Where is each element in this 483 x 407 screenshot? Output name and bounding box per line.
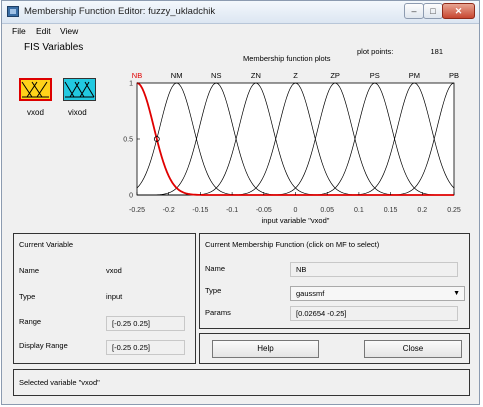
x-tick-label: -0.1 [226, 207, 238, 214]
variable-type-label: Type [19, 292, 36, 301]
x-tick-label: -0.05 [256, 207, 272, 214]
current-mf-panel: Current Membership Function (click on MF… [199, 233, 470, 329]
plot-axes-box [136, 82, 455, 196]
buttons-panel: Help Close [199, 333, 470, 364]
current-variable-panel: Current Variable Name vxod Type input Ra… [13, 233, 196, 364]
status-text: Selected variable "vxod" [19, 378, 100, 387]
y-tick-label: 0.5 [123, 137, 133, 144]
mf-label-nm[interactable]: NM [171, 71, 183, 80]
mf-label-ns[interactable]: NS [211, 71, 221, 80]
mf-label-ps[interactable]: PS [370, 71, 380, 80]
variable-name-value: vxod [106, 266, 122, 275]
close-button[interactable]: Close [364, 340, 462, 358]
mf-type-value: gaussmf [296, 289, 325, 298]
x-tick-label: 0.1 [354, 207, 364, 214]
range-label: Range [19, 317, 42, 326]
display-range-input[interactable]: [-0.25 0.25] [106, 340, 185, 355]
help-button[interactable]: Help [212, 340, 319, 358]
variable-type-value: input [106, 292, 123, 301]
mf-label-pb[interactable]: PB [449, 71, 459, 80]
status-bar: Selected variable "vxod" [13, 369, 470, 396]
mf-label-nb[interactable]: NB [132, 71, 142, 80]
x-tick-label: -0.25 [129, 207, 145, 214]
mf-params-label: Params [205, 308, 231, 317]
display-range-label: Display Range [19, 341, 68, 350]
x-tick-label: 0 [294, 207, 298, 214]
x-tick-label: -0.2 [163, 207, 175, 214]
x-tick-label: 0.05 [320, 207, 334, 214]
x-tick-label: 0.25 [447, 207, 461, 214]
range-input[interactable]: [-0.25 0.25] [106, 316, 185, 331]
mf-type-select[interactable]: gaussmf ▼ [290, 286, 465, 301]
dropdown-arrow-icon: ▼ [453, 290, 460, 297]
x-tick-label: 0.15 [384, 207, 398, 214]
x-tick-label: -0.15 [192, 207, 208, 214]
mf-label-zp[interactable]: ZP [330, 71, 340, 80]
current-variable-title: Current Variable [19, 240, 74, 249]
mf-name-label: Name [205, 264, 226, 273]
mf-label-pm[interactable]: PM [409, 71, 420, 80]
x-tick-label: 0.2 [417, 207, 427, 214]
y-tick-label: 0 [129, 193, 133, 200]
current-mf-title: Current Membership Function (click on MF… [205, 240, 380, 249]
y-tick-label: 1 [129, 81, 133, 88]
mf-params-input[interactable]: [0.02654 -0.25] [290, 306, 458, 321]
x-axis-label: input variable "vxod" [262, 216, 330, 225]
mf-type-label: Type [205, 286, 222, 295]
mf-label-z[interactable]: Z [293, 71, 298, 80]
mf-name-input[interactable]: NB [290, 262, 458, 277]
variable-name-label: Name [19, 266, 40, 275]
mf-label-zn[interactable]: ZN [251, 71, 261, 80]
